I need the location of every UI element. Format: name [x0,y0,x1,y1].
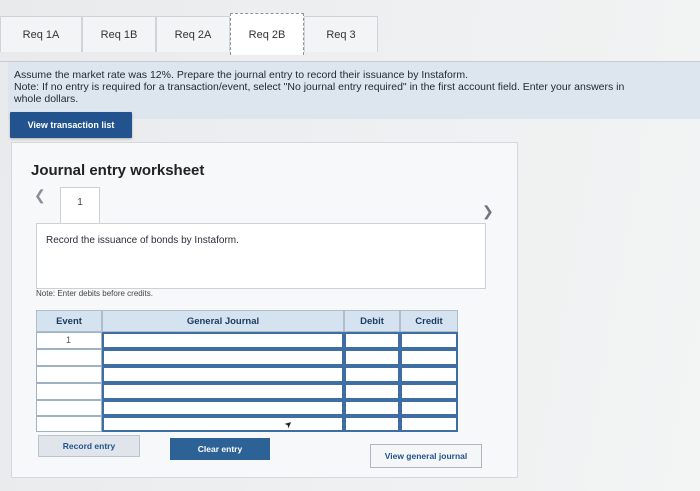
tab-req-1b[interactable]: Req 1B [82,16,156,52]
view-general-journal-button[interactable]: View general journal [370,444,482,468]
tab-req-3[interactable]: Req 3 [304,16,378,52]
account-input[interactable] [102,366,344,383]
chevron-right-icon[interactable]: ❯ [482,203,494,220]
column-header-general-journal: General Journal [102,310,344,332]
debit-input[interactable] [344,332,400,349]
record-entry-button[interactable]: Record entry [38,435,140,457]
record-instruction-box: Record the issuance of bonds by Instafor… [36,223,486,289]
account-input[interactable] [102,383,344,400]
debit-input[interactable] [344,400,400,416]
instructions-banner: Assume the market rate was 12%. Prepare … [8,62,700,119]
account-input[interactable] [102,416,344,432]
tab-label: Req 2B [248,28,286,41]
tab-strip: Req 1A Req 1B Req 2A Req 2B Req 3 [0,6,700,64]
account-input[interactable] [102,400,344,416]
column-header-debit: Debit [344,310,400,332]
credit-input[interactable] [400,400,458,416]
worksheet-title: Journal entry worksheet [31,162,205,179]
event-cell [36,400,102,416]
debit-input[interactable] [344,383,400,400]
event-number: 1 [66,335,72,345]
debit-input[interactable] [344,349,400,366]
instruction-note: Note: If no entry is required for a tran… [14,81,625,93]
tab-req-1a[interactable]: Req 1A [0,16,82,52]
account-input[interactable] [102,332,344,349]
tab-label: Req 1B [100,28,138,41]
tab-req-2b[interactable]: Req 2B [230,13,304,55]
event-cell [36,416,102,432]
instruction-note-cont: whole dollars. [14,93,79,105]
account-input[interactable] [102,349,344,366]
event-cell [36,349,102,366]
event-cell: 1 [36,332,102,349]
record-instruction-text: Record the issuance of bonds by Instafor… [46,235,239,246]
column-header-event: Event [36,310,102,332]
page-number: 1 [77,197,83,208]
tab-label: Req 1A [22,28,60,41]
debits-note: Note: Enter debits before credits. [36,289,153,298]
credit-input[interactable] [400,349,458,366]
tab-label: Req 2A [174,28,212,41]
journal-worksheet-panel: Journal entry worksheet ❮ 1 ❯ Record the… [11,142,518,478]
credit-input[interactable] [400,332,458,349]
tab-label: Req 3 [326,28,356,41]
debit-input[interactable] [344,366,400,383]
credit-input[interactable] [400,366,458,383]
column-header-credit: Credit [400,310,458,332]
view-transaction-list-button[interactable]: View transaction list [10,112,132,138]
chevron-left-icon[interactable]: ❮ [34,187,46,204]
tab-req-2a[interactable]: Req 2A [156,16,230,52]
clear-entry-button[interactable]: Clear entry [170,438,270,460]
credit-input[interactable] [400,383,458,400]
debit-input[interactable] [344,416,400,432]
event-cell [36,383,102,400]
instruction-text: Assume the market rate was 12%. Prepare … [14,69,469,81]
credit-input[interactable] [400,416,458,432]
worksheet-page-tab[interactable]: 1 [60,187,100,223]
journal-grid: Event General Journal Debit Credit 1 [36,310,458,432]
event-cell [36,366,102,383]
